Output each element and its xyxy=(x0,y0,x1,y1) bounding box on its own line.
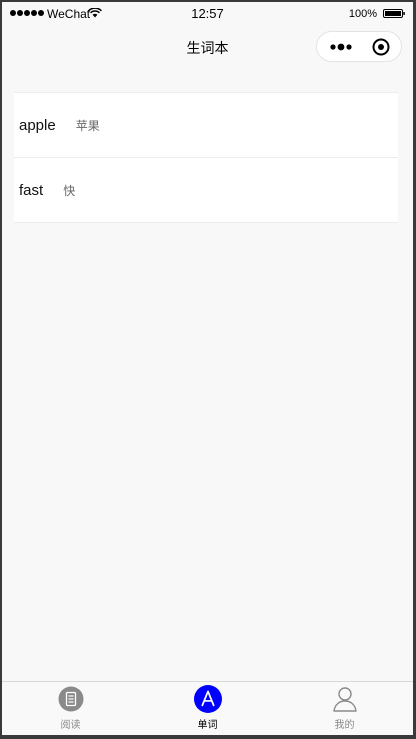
word-text: fast xyxy=(19,181,44,199)
capsule-divider xyxy=(360,39,361,55)
tab-label: 单词 xyxy=(197,720,218,731)
more-options-icon[interactable] xyxy=(327,40,359,54)
tab-reading[interactable]: 阅读 xyxy=(2,682,139,735)
battery-icon xyxy=(383,9,405,18)
tab-words[interactable]: 单词 xyxy=(139,682,276,735)
close-mini-program-icon[interactable] xyxy=(371,37,391,57)
person-icon xyxy=(332,687,357,712)
status-bar: WeChat 12:57 100% xyxy=(2,2,413,24)
list-item[interactable]: apple 苹果 xyxy=(14,93,398,158)
word-meaning: 苹果 xyxy=(75,118,100,133)
tab-label: 阅读 xyxy=(60,720,81,731)
mini-program-capsule xyxy=(316,31,402,62)
tab-profile[interactable]: 我的 xyxy=(276,682,413,735)
document-icon xyxy=(58,686,83,712)
vocabulary-list: apple 苹果 fast 快 xyxy=(14,92,398,223)
list-item[interactable]: fast 快 xyxy=(14,158,398,223)
battery-percentage: 100% xyxy=(348,8,377,20)
tab-label: 我的 xyxy=(334,720,355,731)
word-meaning: 快 xyxy=(63,183,76,198)
navigation-bar: 生词本 xyxy=(2,24,413,70)
phone-screen: WeChat 12:57 100% 生词本 apple 苹果 fast 快 阅读… xyxy=(2,2,413,735)
word-text: apple xyxy=(19,116,56,134)
letter-a-icon xyxy=(193,685,222,713)
tab-bar: 阅读 单词 我的 xyxy=(2,681,413,735)
